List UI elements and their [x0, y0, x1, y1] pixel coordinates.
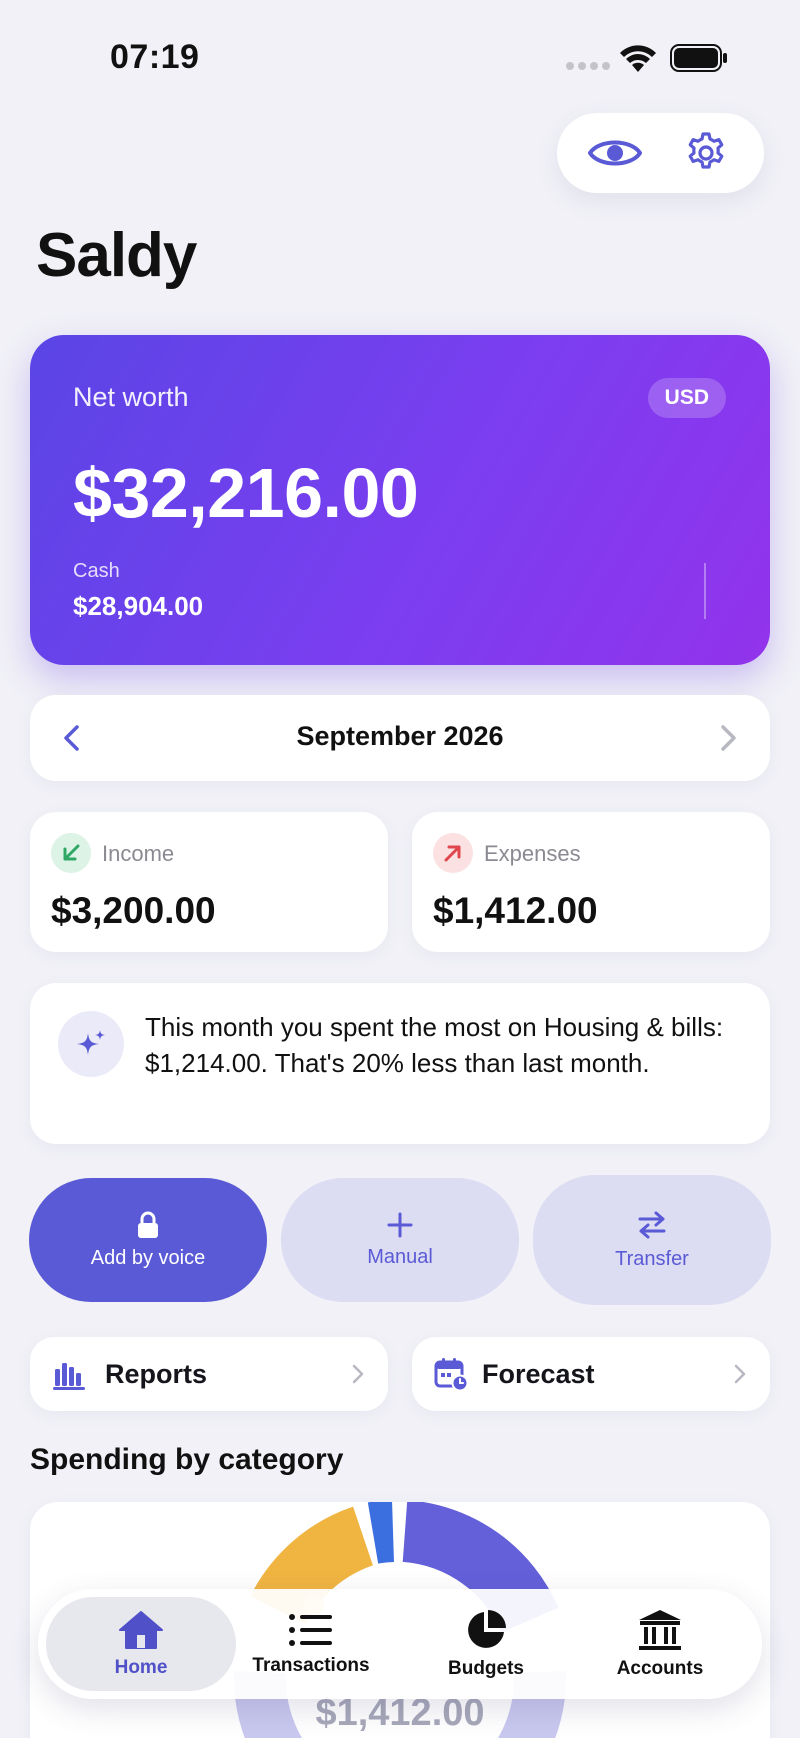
pie-chart-icon	[468, 1610, 506, 1648]
current-month-label: September 2026	[296, 721, 504, 751]
card-divider	[704, 563, 706, 619]
status-bar: 07:19	[0, 0, 800, 110]
header-actions	[557, 113, 764, 193]
spending-section-title: Spending by category	[30, 1443, 344, 1476]
home-icon	[119, 1611, 163, 1649]
gear-icon	[688, 132, 724, 169]
currency-badge[interactable]: USD	[647, 378, 726, 418]
forecast-link[interactable]: Forecast	[412, 1337, 770, 1411]
income-value: $3,200.00	[51, 890, 216, 931]
bank-icon	[639, 1610, 681, 1650]
net-worth-card[interactable]: Net worth USD $32,216.00 Cash $28,904.00	[30, 335, 770, 665]
tab-accounts[interactable]: Accounts	[565, 1597, 755, 1691]
sparkle-icon	[58, 1011, 124, 1077]
add-by-voice-button[interactable]: Add by voice	[29, 1178, 267, 1302]
battery-icon	[670, 44, 727, 72]
bottom-tab-bar: Home Transactions Budgets Accounts	[38, 1589, 762, 1699]
month-selector: September 2026	[30, 695, 770, 781]
expenses-card[interactable]: Expenses $1,412.00	[412, 812, 770, 952]
app-title: Saldy	[36, 221, 197, 290]
expenses-value: $1,412.00	[433, 890, 598, 931]
net-worth-label: Net worth	[73, 382, 189, 412]
expenses-label: Expenses	[484, 841, 581, 866]
status-time: 07:19	[110, 38, 200, 76]
transfer-arrows-icon	[638, 1211, 666, 1238]
insight-card: This month you spent the most on Housing…	[30, 983, 770, 1144]
tab-home-label: Home	[114, 1657, 168, 1678]
eye-icon	[587, 140, 642, 166]
insight-text: This month you spent the most on Housing…	[145, 1012, 724, 1078]
tab-transactions[interactable]: Transactions	[216, 1597, 406, 1691]
transfer-button[interactable]: Transfer	[533, 1175, 771, 1305]
income-arrow-icon	[51, 833, 91, 873]
cash-value: $28,904.00	[73, 591, 204, 621]
lock-icon	[138, 1211, 158, 1238]
expense-arrow-icon	[433, 833, 473, 873]
plus-icon	[387, 1212, 413, 1237]
reports-link[interactable]: Reports	[30, 1337, 388, 1411]
transfer-label: Transfer	[615, 1247, 689, 1270]
reports-label: Reports	[105, 1359, 208, 1389]
income-label: Income	[102, 841, 175, 866]
tab-transactions-label: Transactions	[252, 1655, 370, 1676]
list-icon	[289, 1614, 332, 1646]
cash-label: Cash	[73, 560, 120, 582]
manual-entry-button[interactable]: Manual	[281, 1178, 519, 1302]
net-worth-value: $32,216.00	[73, 454, 419, 532]
settings-button[interactable]	[671, 123, 741, 183]
tab-budgets[interactable]: Budgets	[391, 1597, 581, 1691]
forecast-label: Forecast	[482, 1359, 595, 1389]
manual-label: Manual	[367, 1245, 433, 1268]
tab-budgets-label: Budgets	[448, 1658, 524, 1679]
tab-accounts-label: Accounts	[616, 1658, 704, 1679]
visibility-toggle-button[interactable]	[580, 123, 650, 183]
bar-chart-icon	[53, 1363, 85, 1390]
tab-home[interactable]: Home	[46, 1597, 236, 1691]
donut-segment	[367, 1502, 395, 1564]
wifi-icon	[620, 45, 656, 72]
cellular-signal-icon	[566, 62, 610, 70]
calendar-clock-icon	[434, 1358, 468, 1391]
add-by-voice-label: Add by voice	[90, 1246, 206, 1269]
income-card[interactable]: Income $3,200.00	[30, 812, 388, 952]
chevron-right-icon	[721, 725, 736, 751]
next-month-button[interactable]	[706, 716, 750, 760]
chevron-right-icon	[734, 1364, 746, 1384]
chevron-right-icon	[352, 1364, 364, 1384]
